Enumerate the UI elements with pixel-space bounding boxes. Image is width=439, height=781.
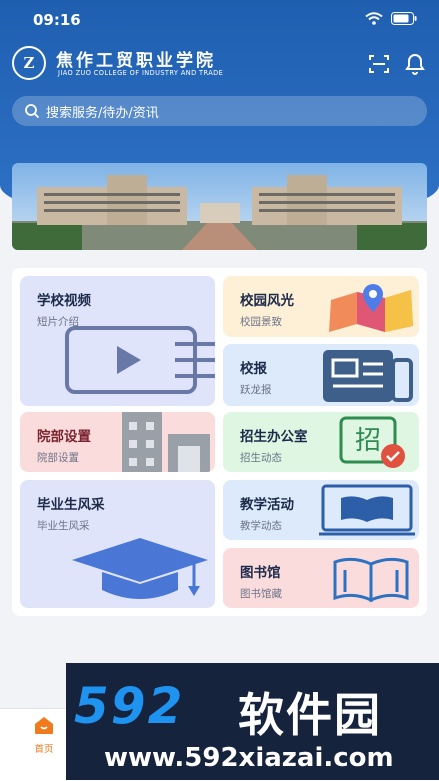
open-book-icon (333, 557, 409, 603)
map-pin-icon (329, 284, 413, 332)
wifi-icon (365, 12, 383, 25)
card-subtitle: 跃龙报 (240, 384, 272, 396)
card-admissions-office[interactable]: 招生办公室 招生动态 招 (223, 412, 419, 472)
card-subtitle: 校园景致 (240, 316, 282, 328)
newspaper-icon (323, 350, 413, 402)
card-library[interactable]: 图书馆 图书馆藏 (223, 548, 419, 608)
search-placeholder: 搜索服务/待办/资讯 (46, 105, 159, 121)
card-graduates[interactable]: 毕业生风采 毕业生风采 (20, 480, 215, 608)
campus-photo (12, 163, 427, 250)
card-campus-scenery[interactable]: 校园风光 校园景致 (223, 276, 419, 337)
scan-icon[interactable] (367, 52, 391, 76)
card-title: 学校视频 (37, 293, 91, 309)
logo-mark: Z (23, 54, 35, 72)
card-title: 毕业生风采 (37, 497, 105, 513)
watermark-brand-number: 592 (74, 677, 185, 735)
recruit-stamp-icon: 招 (339, 416, 405, 468)
card-title: 图书馆 (240, 565, 281, 581)
card-school-newspaper[interactable]: 校报 跃龙报 (223, 344, 419, 406)
card-school-video[interactable]: 学校视频 短片介绍 (20, 276, 215, 406)
card-subtitle: 教学动态 (240, 520, 282, 532)
card-title: 招生办公室 (240, 429, 308, 445)
home-icon (35, 717, 53, 734)
svg-text:招: 招 (355, 426, 381, 456)
status-icons (365, 12, 417, 25)
watermark-url: www.592xiazai.com (104, 743, 394, 773)
nav-home[interactable]: 首页 (26, 715, 62, 755)
feature-panel: 学校视频 短片介绍 校园风光 校园景致 校报 跃龙报 院部设置 院部设置 招生办… (12, 268, 427, 616)
status-time: 09:16 (33, 11, 81, 29)
watermark-brand-name: 软件园 (238, 688, 382, 742)
card-subtitle: 图书馆藏 (240, 588, 282, 600)
status-bar: 09:16 (0, 0, 439, 40)
card-teaching-activities[interactable]: 教学活动 教学动态 (223, 480, 419, 540)
campus-banner[interactable] (12, 163, 427, 250)
school-logo-emblem: Z (12, 46, 46, 80)
book-screen-icon (319, 484, 415, 536)
search-icon (25, 104, 40, 119)
card-title: 教学活动 (240, 497, 294, 513)
nav-home-label: 首页 (34, 744, 54, 755)
battery-icon (391, 12, 417, 25)
bell-icon[interactable] (403, 52, 427, 76)
search-bar[interactable]: 搜索服务/待办/资讯 (12, 96, 427, 126)
graduation-cap-icon (72, 538, 208, 599)
header-logo-row: Z 焦作工贸职业学院 JIAO ZUO COLLEGE OF INDUSTRY … (12, 46, 427, 82)
building-icon (122, 412, 210, 472)
card-departments[interactable]: 院部设置 院部设置 (20, 412, 215, 472)
card-subtitle: 毕业生风采 (37, 520, 90, 532)
card-subtitle: 院部设置 (37, 452, 79, 464)
card-title: 校园风光 (240, 293, 294, 309)
watermark-overlay: 592 软件园 www.592xiazai.com (66, 663, 439, 780)
card-title: 校报 (240, 361, 267, 377)
school-name-en: JIAO ZUO COLLEGE OF INDUSTRY AND TRADE (58, 69, 224, 77)
card-title: 院部设置 (37, 429, 91, 445)
card-subtitle: 招生动态 (240, 452, 282, 464)
video-play-icon (65, 326, 215, 394)
school-name-cn: 焦作工贸职业学院 (56, 51, 216, 71)
